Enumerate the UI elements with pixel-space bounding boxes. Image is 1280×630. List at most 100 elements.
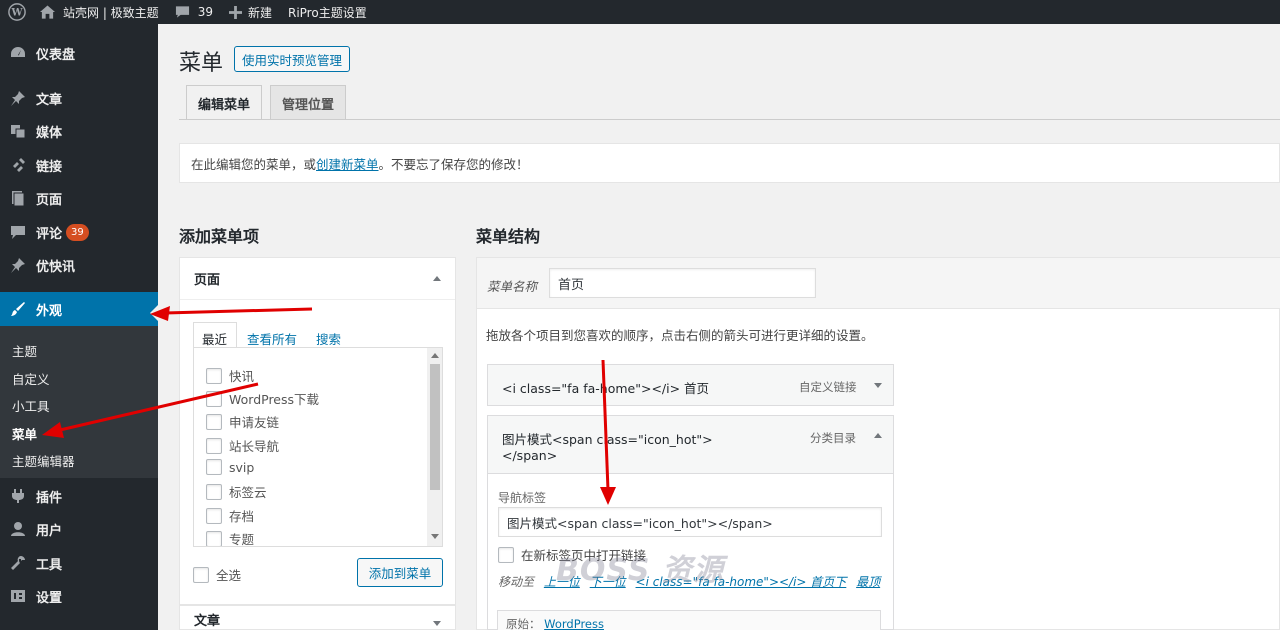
menu-item-title-line2: </span>	[502, 448, 558, 463]
sidebar-item-pages[interactable]: 页面	[0, 181, 158, 215]
admin-sidebar: 主题 自定义 小工具 菜单 主题编辑器 仪表盘 文章 媒体 链接 页面 评论 3…	[0, 24, 158, 630]
sidebar-item-label: 工具	[36, 557, 63, 573]
scroll-thumb[interactable]	[430, 364, 440, 490]
nav-label-caption: 导航标签	[498, 491, 547, 505]
tab-recent[interactable]: 最近	[202, 329, 227, 348]
list-item[interactable]: 站长导航	[206, 436, 279, 455]
sidebar-item-posts[interactable]: 文章	[0, 81, 158, 115]
posts-box-title: 文章	[194, 614, 221, 629]
notice-suffix: 。不要忘了保存您的修改！	[378, 156, 529, 172]
expand-arrow-icon[interactable]	[433, 621, 441, 626]
menu-structure-heading: 菜单结构	[476, 227, 541, 246]
scroll-down-icon[interactable]	[431, 534, 439, 539]
select-all-checkbox[interactable]	[193, 566, 209, 583]
user-icon	[0, 521, 36, 537]
comment-icon	[175, 6, 189, 18]
sidebar-item-plugins[interactable]: 插件	[0, 479, 158, 513]
list-item[interactable]: 快讯	[206, 366, 254, 385]
tab-view-all[interactable]: 查看所有	[247, 329, 297, 348]
select-all[interactable]: 全选	[193, 565, 241, 584]
sidebar-item-dashboard[interactable]: 仪表盘	[0, 36, 158, 70]
link-icon	[0, 157, 36, 173]
create-new-menu-link[interactable]: 创建新菜单	[316, 154, 379, 173]
checkbox[interactable]	[206, 437, 222, 454]
menu-name-input[interactable]: 首页	[549, 268, 816, 298]
collapse-arrow-icon[interactable]	[874, 433, 882, 438]
sidebar-item-tools[interactable]: 工具	[0, 546, 158, 580]
nav-label-input[interactable]: 图片模式<span class="icon_hot"></span>	[498, 507, 882, 537]
collapse-arrow-icon[interactable]	[433, 276, 441, 281]
submenu-themes[interactable]: 主题	[12, 341, 37, 360]
page-label: 专题	[229, 532, 255, 547]
sidebar-item-links[interactable]: 链接	[0, 148, 158, 182]
checkbox[interactable]	[206, 530, 222, 546]
submenu-menus[interactable]: 菜单	[12, 424, 37, 443]
theme-settings-link[interactable]: RiPro主题设置	[280, 0, 375, 24]
list-item[interactable]: WordPress下载	[206, 389, 319, 408]
wordpress-logo-icon[interactable]: W	[0, 0, 34, 24]
move-top-link[interactable]: 最顶	[856, 575, 880, 589]
sidebar-item-label: 设置	[36, 590, 63, 606]
expand-arrow-icon[interactable]	[874, 383, 882, 388]
page-title: 菜单	[179, 51, 224, 76]
tab-manage-locations[interactable]: 管理位置	[270, 85, 347, 120]
list-item[interactable]: 专题	[206, 529, 255, 547]
comments-link[interactable]: 39	[167, 0, 221, 24]
plus-icon	[228, 5, 242, 19]
new-content-link[interactable]: 新建	[221, 0, 280, 24]
list-item[interactable]: 申请友链	[206, 412, 279, 431]
submenu-customize[interactable]: 自定义	[12, 369, 50, 388]
menu-item-title: <i class="fa fa-home"></i> 首页	[502, 381, 710, 396]
menu-item-title-line1: 图片模式<span class="icon_hot">	[502, 432, 713, 447]
open-new-tab-checkbox[interactable]	[498, 546, 514, 563]
sidebar-item-label: 外观	[36, 303, 63, 319]
sidebar-item-label: 优快讯	[36, 259, 76, 275]
checkbox[interactable]	[206, 413, 222, 430]
sidebar-item-label: 文章	[36, 92, 63, 108]
site-name-link[interactable]: 站壳网 | 极致主题	[34, 0, 167, 24]
original-link[interactable]: WordPress	[544, 617, 604, 630]
checkbox[interactable]	[206, 459, 222, 475]
pages-box-header[interactable]: 页面	[180, 258, 455, 300]
sidebar-item-label: 仪表盘	[36, 47, 76, 63]
submenu-widgets[interactable]: 小工具	[12, 396, 50, 415]
sidebar-item-appearance[interactable]: 外观	[0, 292, 158, 326]
list-item[interactable]: 存档	[206, 506, 254, 525]
page-label: 站长导航	[229, 439, 280, 454]
page-label: 快讯	[229, 369, 255, 384]
tab-edit-menus[interactable]: 编辑菜单	[186, 85, 263, 120]
watermark: BOSS 资源	[556, 553, 724, 588]
tab-divider	[179, 119, 1280, 120]
submenu-theme-editor[interactable]: 主题编辑器	[12, 451, 75, 470]
scroll-up-icon[interactable]	[431, 353, 439, 358]
original-link-box: 原始： WordPress	[497, 610, 881, 630]
page-label: WordPress下载	[229, 392, 320, 407]
list-item[interactable]: 标签云	[206, 482, 267, 501]
sidebar-item-comments[interactable]: 评论 39	[0, 215, 158, 249]
checkbox[interactable]	[206, 367, 222, 384]
live-preview-button[interactable]: 使用实时预览管理	[234, 46, 351, 72]
posts-meta-box[interactable]: 文章	[179, 605, 456, 630]
current-menu-pointer	[150, 305, 158, 321]
comment-icon	[0, 225, 36, 240]
move-to-label: 移动至	[498, 575, 535, 589]
appearance-icon	[0, 301, 36, 317]
sidebar-item-media[interactable]: 媒体	[0, 114, 158, 148]
checkbox[interactable]	[206, 507, 222, 524]
tab-search[interactable]: 搜索	[316, 329, 341, 348]
sidebar-item-label: 评论	[36, 226, 63, 242]
list-item[interactable]: svip	[206, 459, 254, 475]
pages-scrollbar[interactable]	[427, 348, 442, 546]
sidebar-item-users[interactable]: 用户	[0, 512, 158, 546]
add-to-menu-button[interactable]: 添加到菜单	[357, 558, 443, 587]
home-icon	[40, 5, 55, 19]
checkbox[interactable]	[206, 390, 222, 407]
sidebar-item-settings[interactable]: 设置	[0, 579, 158, 613]
media-icon	[0, 123, 36, 139]
add-menu-items-heading: 添加菜单项	[179, 227, 260, 246]
checkbox[interactable]	[206, 483, 222, 500]
comments-count: 39	[197, 5, 213, 19]
sidebar-item-label: 链接	[36, 159, 63, 175]
sidebar-item-flash-news[interactable]: 优快讯	[0, 248, 158, 282]
comments-badge: 39	[66, 223, 89, 241]
